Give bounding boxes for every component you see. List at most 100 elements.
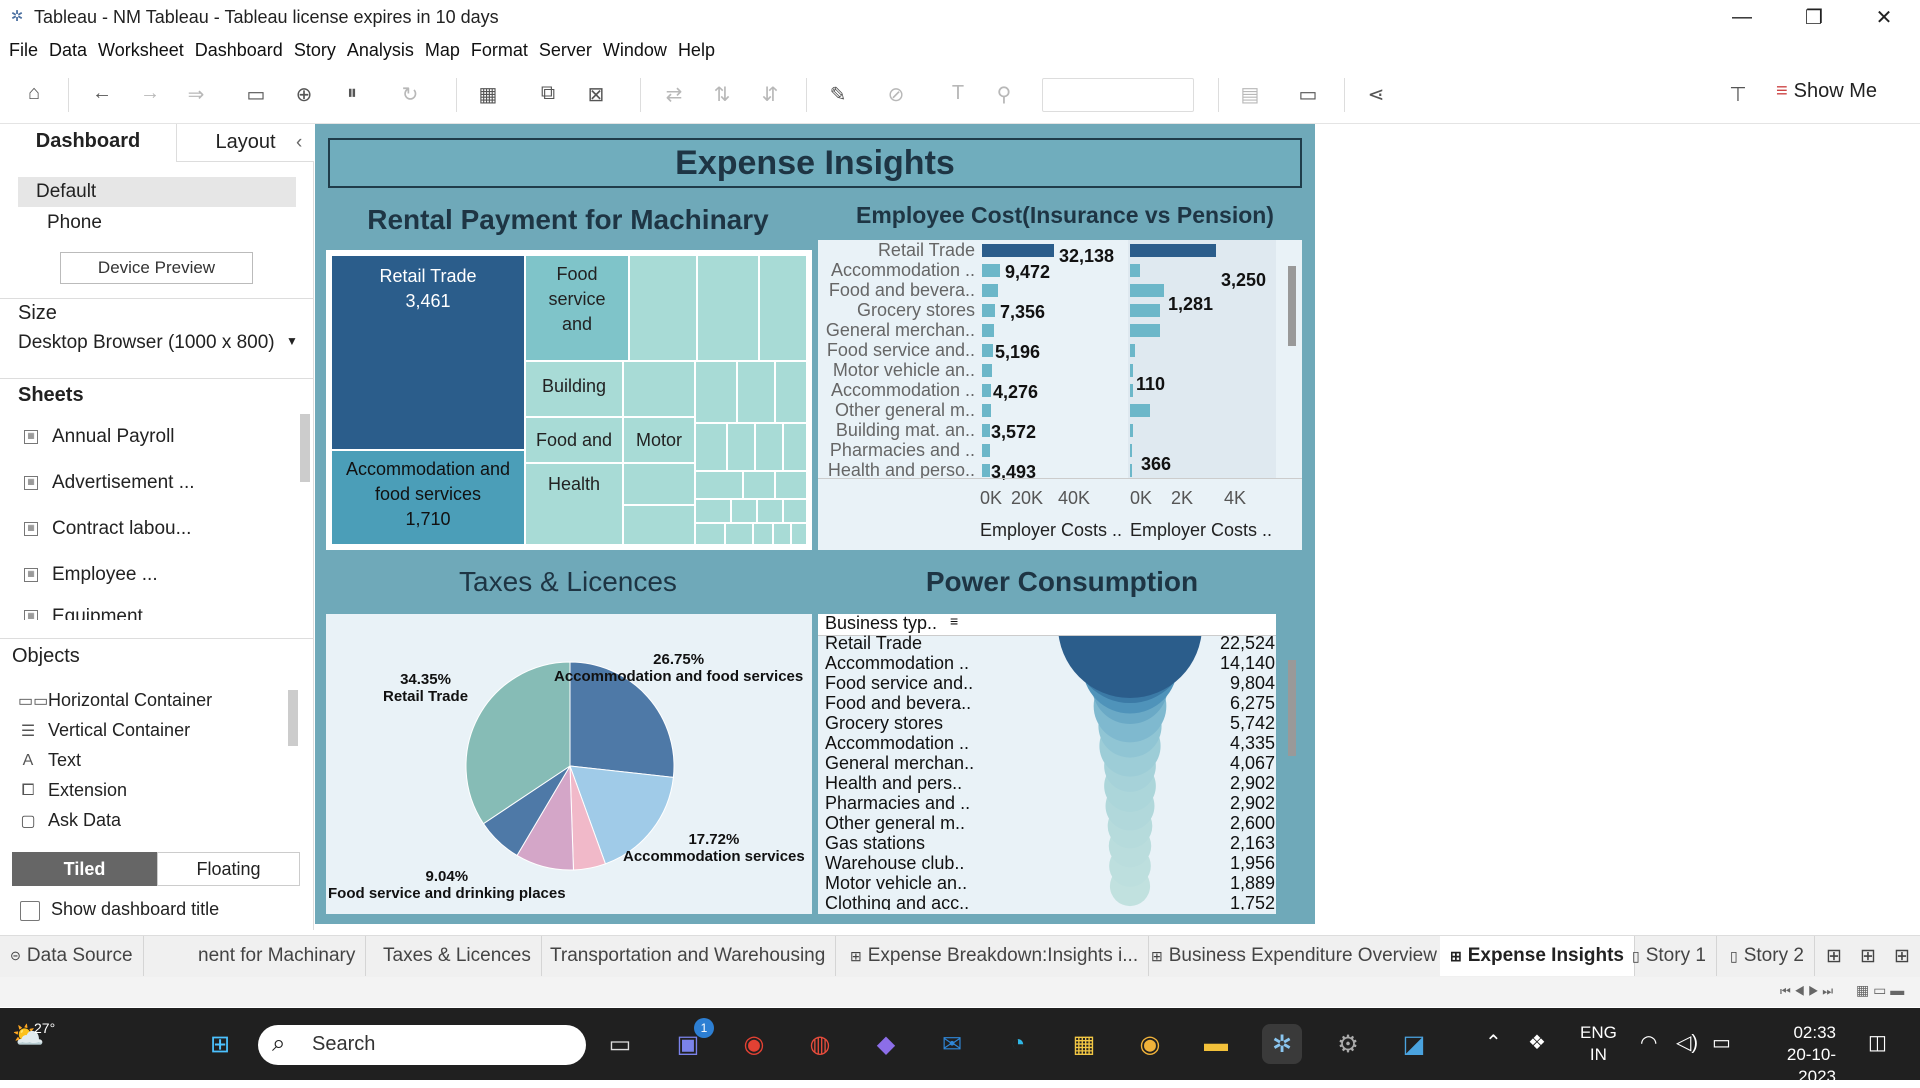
pension-bar[interactable] xyxy=(1130,424,1133,437)
tableau-taskbar-icon[interactable]: ✲ xyxy=(1262,1024,1302,1064)
clear-sheet-icon[interactable]: ⊠ xyxy=(584,82,608,107)
menu-window[interactable]: Window xyxy=(603,40,667,61)
close-button[interactable]: ✕ xyxy=(1848,0,1920,34)
power-bubble[interactable] xyxy=(1058,636,1202,698)
treemap-tile[interactable]: Building xyxy=(525,361,623,417)
tab-sheet[interactable]: Transportation and Warehousing xyxy=(540,936,837,976)
tiled-toggle[interactable]: Tiled xyxy=(12,852,157,886)
maximize-button[interactable]: ❐ xyxy=(1778,0,1850,34)
volume-icon[interactable]: ◁) xyxy=(1676,1030,1698,1055)
insurance-bar[interactable] xyxy=(982,364,992,377)
tab-dashboard[interactable]: ⊞ Business Expenditure Overview xyxy=(1141,936,1448,976)
labels-icon[interactable]: T xyxy=(946,82,970,105)
view-toggle-icons[interactable]: ▦ ▭ ▬ xyxy=(1856,982,1904,999)
windows-start-icon[interactable]: ⊞ xyxy=(200,1024,240,1064)
treemap-tile[interactable] xyxy=(783,499,807,523)
group-icon[interactable]: ⊘ xyxy=(884,82,908,107)
home-icon[interactable]: ⌂ xyxy=(22,82,46,105)
tab-dashboard[interactable]: ⊞ Expense Breakdown:Insights i... xyxy=(840,936,1150,976)
vpn-icon[interactable]: ◉ xyxy=(1130,1024,1170,1064)
sheet-item[interactable]: ▦ Contract labou... xyxy=(24,518,191,540)
tab-story[interactable]: ▯ Story 2 xyxy=(1720,936,1815,976)
presentation-icon[interactable]: ▭ xyxy=(1296,82,1320,107)
treemap-tile[interactable] xyxy=(623,505,695,545)
insurance-bar[interactable] xyxy=(982,444,990,457)
pension-bar[interactable] xyxy=(1130,244,1216,257)
tab-data-source[interactable]: ⊝ Data Source xyxy=(0,936,144,976)
insurance-bar[interactable] xyxy=(982,464,990,477)
treemap-tile[interactable] xyxy=(753,523,773,545)
tab-dashboard[interactable]: Dashboard xyxy=(0,124,176,162)
pension-bar[interactable] xyxy=(1130,284,1164,297)
insurance-bar[interactable] xyxy=(982,344,993,357)
treemap-tile[interactable] xyxy=(695,523,725,545)
treemap-tile[interactable] xyxy=(737,361,775,423)
treemap-tile[interactable] xyxy=(695,423,727,471)
new-dashboard-icon[interactable]: ⊞ xyxy=(1856,936,1880,976)
device-default[interactable]: Default xyxy=(36,181,96,203)
pension-bar[interactable] xyxy=(1130,344,1135,357)
share-icon[interactable]: ⋖ xyxy=(1364,82,1388,107)
pause-updates-icon[interactable]: ⏸ xyxy=(340,82,364,105)
notifications-icon[interactable]: ◫ xyxy=(1868,1030,1887,1055)
treemap-tile[interactable]: Retail Trade 3,461 xyxy=(331,255,525,450)
menu-data[interactable]: Data xyxy=(49,40,87,61)
menu-analysis[interactable]: Analysis xyxy=(347,40,414,61)
save-icon[interactable]: ▭ xyxy=(244,82,268,107)
treemap-tile[interactable] xyxy=(695,499,731,523)
treemap-tile[interactable] xyxy=(773,523,791,545)
insurance-bar[interactable] xyxy=(982,244,1054,257)
replay-icon[interactable]: ⇒ xyxy=(184,82,208,107)
treemap-tile[interactable] xyxy=(783,423,807,471)
redo-icon[interactable]: → xyxy=(138,82,162,105)
undo-icon[interactable]: ← xyxy=(90,82,114,105)
new-data-source-icon[interactable]: ⊕ xyxy=(292,82,316,107)
treemap-tile[interactable] xyxy=(791,523,807,545)
device-phone[interactable]: Phone xyxy=(47,212,102,234)
new-worksheet-icon[interactable]: ▦ xyxy=(476,82,500,107)
show-hidden-icons[interactable]: ⌃ xyxy=(1485,1030,1502,1055)
treemap-tile[interactable]: Motor xyxy=(623,417,695,463)
power-scrollbar[interactable] xyxy=(1288,660,1296,756)
dropbox-icon[interactable]: ❖ xyxy=(1528,1030,1546,1055)
object-vertical-container[interactable]: ☰ Vertical Container xyxy=(18,720,190,741)
minimize-button[interactable]: — xyxy=(1706,0,1778,34)
show-cards-icon[interactable]: ▤ xyxy=(1238,82,1262,107)
search-box[interactable] xyxy=(258,1025,586,1065)
chrome-icon[interactable]: ◉ xyxy=(734,1024,774,1064)
pension-bar[interactable] xyxy=(1130,404,1150,417)
pension-bar[interactable] xyxy=(1130,444,1132,457)
floating-toggle[interactable]: Floating xyxy=(157,852,300,886)
pin-icon[interactable]: ⚲ xyxy=(992,82,1016,107)
sort-desc-icon[interactable]: ⇵ xyxy=(758,82,782,107)
clock[interactable]: 02:33 20-10-2023 xyxy=(1756,1022,1836,1088)
sheet-item[interactable]: ▦ Equipment xyxy=(24,606,143,620)
menu-story[interactable]: Story xyxy=(294,40,336,61)
treemap-tile[interactable]: Accommodation and food services 1,710 xyxy=(331,450,525,545)
insurance-bar[interactable] xyxy=(982,404,991,417)
device-preview-button[interactable]: Device Preview xyxy=(60,252,253,284)
show-title-checkbox[interactable] xyxy=(20,901,40,921)
duplicate-icon[interactable]: ⧉ xyxy=(536,82,560,105)
treemap-tile[interactable] xyxy=(623,463,695,505)
treemap-tile[interactable] xyxy=(743,471,775,499)
popcorn-app-icon[interactable]: ◍ xyxy=(800,1024,840,1064)
edge-icon[interactable]: ◔ xyxy=(998,1024,1038,1064)
treemap-tile[interactable] xyxy=(775,361,807,423)
sort-asc-icon[interactable]: ⇅ xyxy=(710,82,734,107)
treemap-tile[interactable] xyxy=(725,523,753,545)
wifi-icon[interactable]: ◠ xyxy=(1640,1030,1657,1055)
task-view-icon[interactable]: ▭ xyxy=(600,1024,640,1064)
insurance-bar[interactable] xyxy=(982,264,1000,277)
object-text[interactable]: A Text xyxy=(18,750,81,771)
tab-sheet[interactable]: nent for Machinary xyxy=(188,936,367,976)
treemap-tile[interactable] xyxy=(775,471,807,499)
menu-dashboard[interactable]: Dashboard xyxy=(195,40,283,61)
tab-sheet[interactable]: Taxes & Licences xyxy=(373,936,542,976)
treemap-tile[interactable] xyxy=(755,423,783,471)
swap-icon[interactable]: ⇄ xyxy=(662,82,686,107)
collapse-panel-icon[interactable]: ‹ xyxy=(296,132,302,154)
insurance-bar[interactable] xyxy=(982,304,995,317)
object-ask-data[interactable]: ▢ Ask Data xyxy=(18,810,121,831)
menu-file[interactable]: File xyxy=(9,40,38,61)
